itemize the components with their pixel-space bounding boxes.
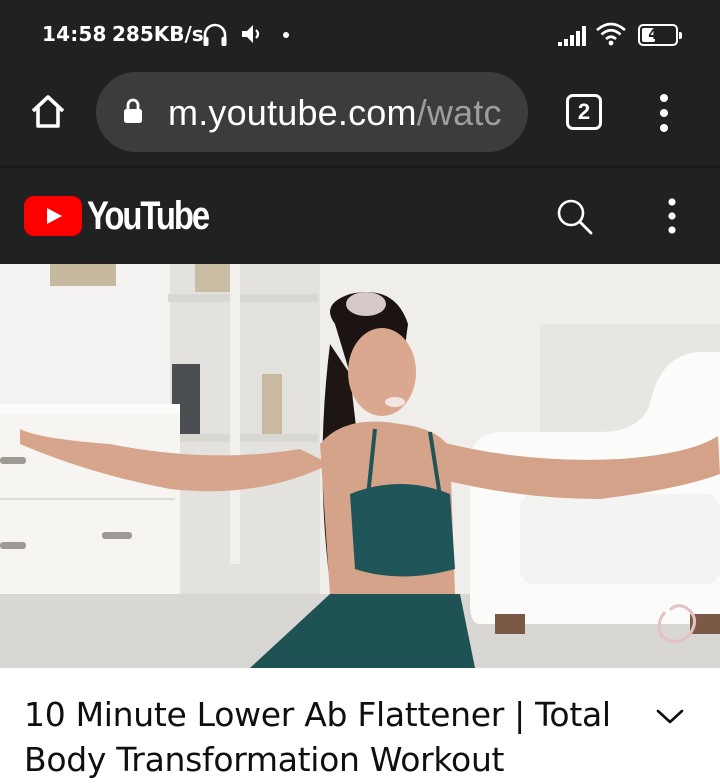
volume-icon (242, 25, 260, 43)
more-vert-icon[interactable] (654, 92, 674, 134)
youtube-logo-text: YouTube (87, 193, 210, 238)
address-bar[interactable]: m.youtube.com/watc (96, 72, 528, 152)
lock-icon (124, 98, 142, 123)
tab-count: 2 (577, 99, 591, 124)
more-vert-icon[interactable] (662, 196, 682, 236)
url-path: /watc (416, 92, 502, 133)
video-info: 10 Minute Lower Ab Flattener | Total Bod… (0, 668, 720, 784)
status-bar: 14:58 285KB/s 41 (0, 0, 720, 70)
youtube-logo[interactable]: YouTube (24, 194, 235, 238)
browser-toolbar: m.youtube.com/watc 2 (0, 70, 720, 166)
status-time: 14:58 (42, 22, 107, 46)
battery-level: 41 (648, 27, 668, 43)
notification-dot (283, 32, 289, 38)
chevron-down-icon[interactable] (654, 704, 686, 728)
wifi-icon (596, 22, 626, 46)
search-icon[interactable] (554, 196, 594, 236)
home-icon[interactable] (28, 92, 68, 132)
youtube-play-logo (24, 196, 82, 236)
video-player[interactable] (0, 264, 720, 668)
video-frame (0, 264, 720, 668)
tabs-button[interactable]: 2 (566, 94, 602, 130)
youtube-header: YouTube (0, 166, 720, 264)
battery-icon: 41 (638, 24, 682, 46)
signal-icon (558, 26, 586, 46)
network-speed: 285KB/s (112, 22, 204, 46)
url-text: m.youtube.com/watc (168, 92, 502, 134)
url-domain: m.youtube.com (168, 92, 417, 133)
video-title[interactable]: 10 Minute Lower Ab Flattener | Total Bod… (24, 692, 634, 782)
headphone-icon (203, 23, 227, 46)
